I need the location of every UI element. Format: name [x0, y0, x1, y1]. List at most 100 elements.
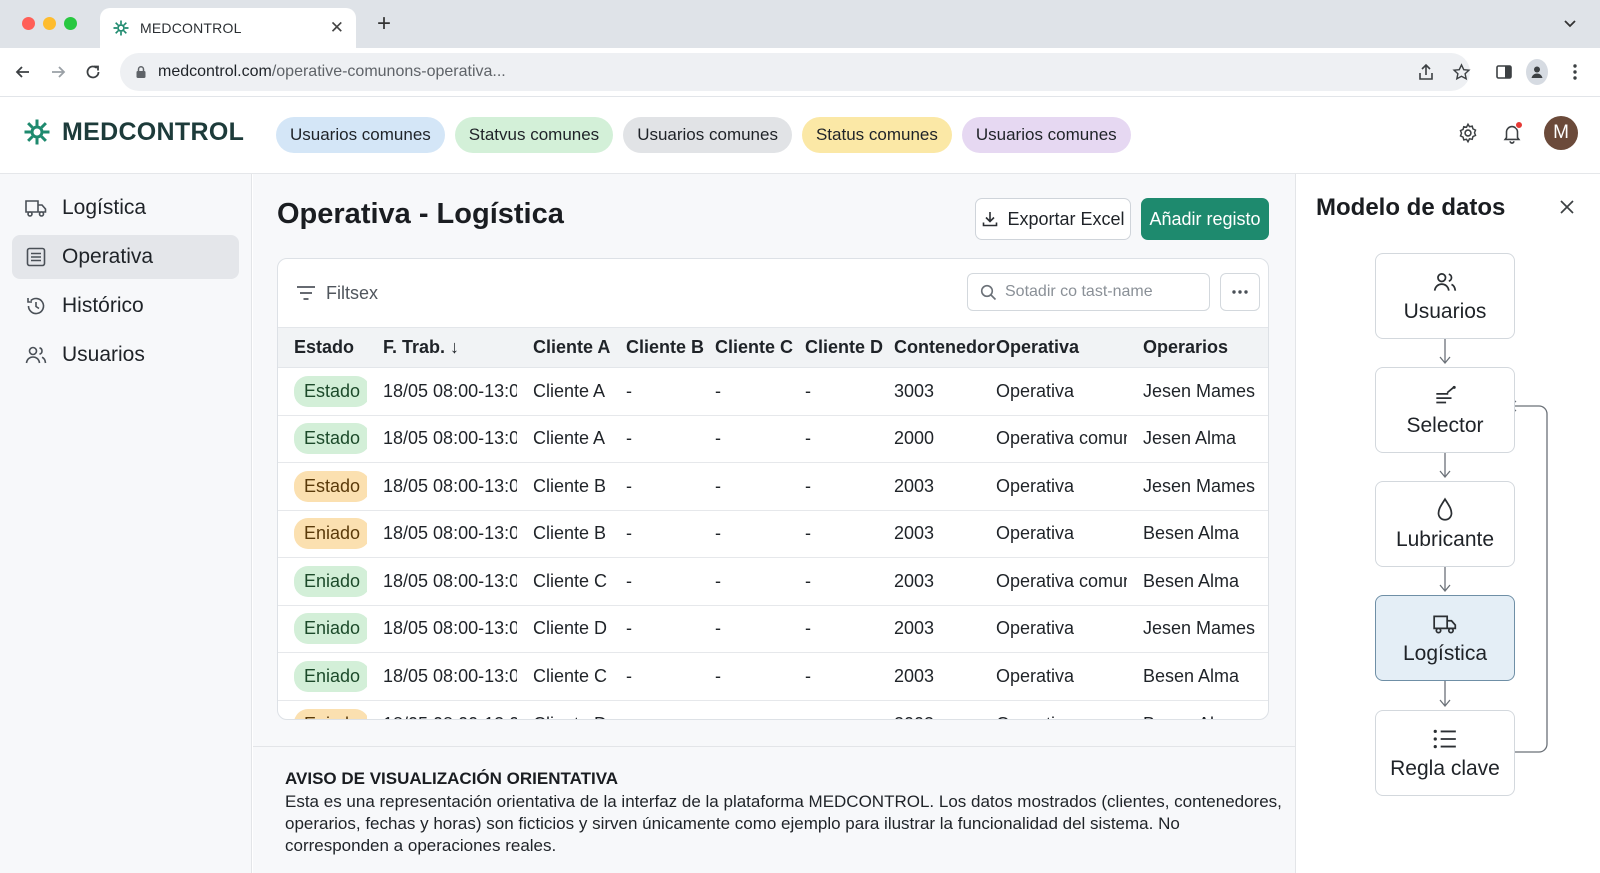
cell-operarios: Jesen Mames — [1143, 475, 1256, 496]
table-row[interactable]: Eniado 18/05 08:00-13:00 Cliente B - - -2003 O… — [278, 510, 1268, 558]
close-window-button[interactable] — [22, 17, 35, 30]
user-avatar[interactable]: M — [1544, 116, 1578, 150]
column-header[interactable]: Cliente D — [789, 328, 883, 368]
chip-status-comunes[interactable]: Status comunes — [801, 117, 952, 153]
reload-icon[interactable] — [82, 61, 104, 83]
chip-usuarios-comunes-3[interactable]: Usuarios comunes — [961, 117, 1131, 153]
cell-estado: Eniado — [278, 558, 367, 606]
column-header[interactable]: Cliente B — [610, 328, 704, 368]
cell-contenedor: 3003 — [894, 380, 935, 401]
node-label: Usuarios — [1403, 300, 1487, 323]
settings-gear-icon[interactable] — [1456, 121, 1480, 145]
table-row[interactable]: Enisdo18/05 08:00-13:00Cliente D---2003O… — [278, 700, 1268, 720]
cell-fecha: 18/05 08:00-13:00 — [367, 700, 517, 720]
cell-operativa: Operativa — [996, 380, 1075, 401]
table-row[interactable]: Eniado 18/05 08:00-13:00 Cliente C - - -2003 O… — [278, 653, 1268, 700]
cell-cliente-c: - — [715, 380, 721, 401]
add-record-button[interactable]: Añadir registo — [1141, 198, 1269, 240]
sidebar-toggle-icon[interactable] — [1493, 61, 1515, 83]
node-lubricante[interactable]: Lubricante — [1375, 481, 1515, 567]
cell-estado: Eniado — [278, 510, 367, 558]
url-path: /operative-comunons-operativa... — [271, 63, 506, 80]
column-header[interactable]: Estado — [278, 328, 367, 368]
column-header[interactable]: Cliente A — [517, 328, 610, 368]
cell-operativa: Operativa — [980, 700, 1127, 720]
cell-cliente-c: - — [699, 700, 789, 720]
table-row[interactable]: Eniado 18/05 08:00-13:00 Cliente D - - -2003 O… — [278, 605, 1268, 653]
column-header[interactable]: F. Trab. ↓ — [367, 328, 517, 368]
new-tab-button[interactable]: + — [372, 12, 396, 36]
cell-estado: Estado — [278, 368, 367, 416]
tab-close-icon[interactable]: ✕ — [330, 18, 344, 38]
column-header[interactable]: Operativa — [980, 328, 1127, 368]
bookmark-star-icon[interactable] — [1450, 61, 1472, 83]
browser-menu-icon[interactable] — [1564, 61, 1586, 83]
minimize-window-button[interactable] — [43, 17, 56, 30]
browser-tab[interactable]: MEDCONTROL ✕ — [100, 8, 356, 48]
cell-operarios: Jesen Mames — [1143, 618, 1256, 639]
cell-operarios: Besen Alma — [1143, 570, 1240, 591]
forward-arrow-icon[interactable] — [47, 61, 69, 83]
chevron-down-icon[interactable] — [1562, 15, 1578, 31]
notice-title: AVISO DE VISUALIZACIÓN ORIENTATIVA — [285, 769, 619, 788]
notifications-bell-icon[interactable] — [1500, 121, 1524, 145]
url-host: medcontrol.com — [158, 63, 272, 80]
medcontrol-favicon-icon — [113, 20, 129, 36]
table-row[interactable]: Estado 18/05 08:00-13:00 Cliente A - - -2000 O… — [278, 415, 1268, 463]
cell-cliente-c: - — [715, 618, 721, 639]
cell-cliente-a: Cliente B — [533, 523, 607, 544]
data-model-panel: Modelo de datos Usuarios Selector Lubric… — [1295, 174, 1600, 873]
truck-icon — [24, 196, 48, 220]
address-bar[interactable]: medcontrol.com/operative-comunons-operat… — [120, 53, 1470, 91]
cell-cliente-b: - — [626, 523, 632, 544]
sidebar-item-label: Histórico — [62, 294, 144, 317]
cell-operativa: Operativa — [996, 665, 1075, 686]
column-header[interactable]: Operarios — [1127, 328, 1268, 368]
node-logistica[interactable]: Logística — [1375, 595, 1515, 681]
cell-fecha: 18/05 08:00-13:00 — [383, 428, 517, 449]
column-header[interactable]: Cliente C — [699, 328, 793, 368]
share-icon[interactable] — [1415, 61, 1437, 83]
node-usuarios[interactable]: Usuarios — [1375, 253, 1515, 339]
table-row[interactable]: Eniado 18/05 08:00-13:00 Cliente C - - -2003 O… — [278, 558, 1268, 606]
maximize-window-button[interactable] — [64, 17, 77, 30]
cell-cliente-a: Cliente D — [517, 700, 610, 720]
search-input[interactable] — [1005, 283, 1195, 301]
node-regla-clave[interactable]: Regla clave — [1375, 710, 1515, 796]
operations-table: Estado F. Trab. ↓ Cliente A Cliente B Client… — [278, 327, 1268, 720]
chip-usuarios-comunes[interactable]: Usuarios comunes — [276, 117, 445, 153]
users-icon — [1431, 268, 1459, 296]
back-arrow-icon[interactable] — [12, 61, 34, 83]
cell-operarios: Besen Alma — [1143, 523, 1240, 544]
cell-cliente-b: - — [626, 570, 632, 591]
node-label: Regla clave — [1390, 757, 1500, 780]
main-content: Operativa - Logística Exportar Excel Aña… — [253, 174, 1295, 873]
sidebar-item-historico[interactable]: Histórico — [12, 284, 239, 328]
cell-operativa: Operativa comunes — [996, 570, 1127, 591]
medcontrol-logo-icon — [24, 119, 50, 145]
cell-operativa: Operativa — [996, 618, 1075, 639]
cell-contenedor: 2003 — [894, 475, 935, 496]
sidebar-item-usuarios[interactable]: Usuarios — [12, 333, 239, 377]
cell-estado: Eniado — [278, 605, 367, 653]
table-row[interactable]: Estado 18/05 08:00-13:00 Cliente B - - -2003 O… — [278, 463, 1268, 510]
table-header-row: Estado F. Trab. ↓ Cliente A Cliente B Client… — [278, 327, 1268, 368]
status-badge: Enisdo — [294, 708, 367, 719]
list-icon — [1431, 725, 1459, 753]
filter-button[interactable]: Filtsex — [296, 283, 378, 304]
chip-statvus-comunes[interactable]: Statvus comunes — [454, 117, 614, 153]
more-options-button[interactable] — [1220, 273, 1260, 311]
sidebar-item-operativa[interactable]: Operativa — [12, 235, 239, 279]
cell-fecha: 18/05 08:00-13:00 — [383, 380, 517, 401]
chip-usuarios-comunes-2[interactable]: Usuarios comunes — [623, 117, 792, 153]
column-header[interactable]: Contenedor — [878, 328, 995, 368]
table-row[interactable]: Estado 18/05 08:00-13:00 Cliente A - - -3003 O… — [278, 368, 1268, 416]
profile-icon[interactable] — [1526, 59, 1548, 85]
brand[interactable]: MEDCONTROL — [22, 117, 244, 147]
cell-fecha: 18/05 08:00-13:00 — [383, 570, 517, 591]
node-selector[interactable]: Selector — [1375, 367, 1515, 453]
sidebar-item-logistica[interactable]: Logística — [12, 186, 239, 230]
app-header: MEDCONTROL Usuarios comunes Statvus comu… — [0, 97, 1600, 174]
export-excel-button[interactable]: Exportar Excel — [975, 198, 1131, 240]
cell-cliente-c: - — [715, 428, 721, 449]
